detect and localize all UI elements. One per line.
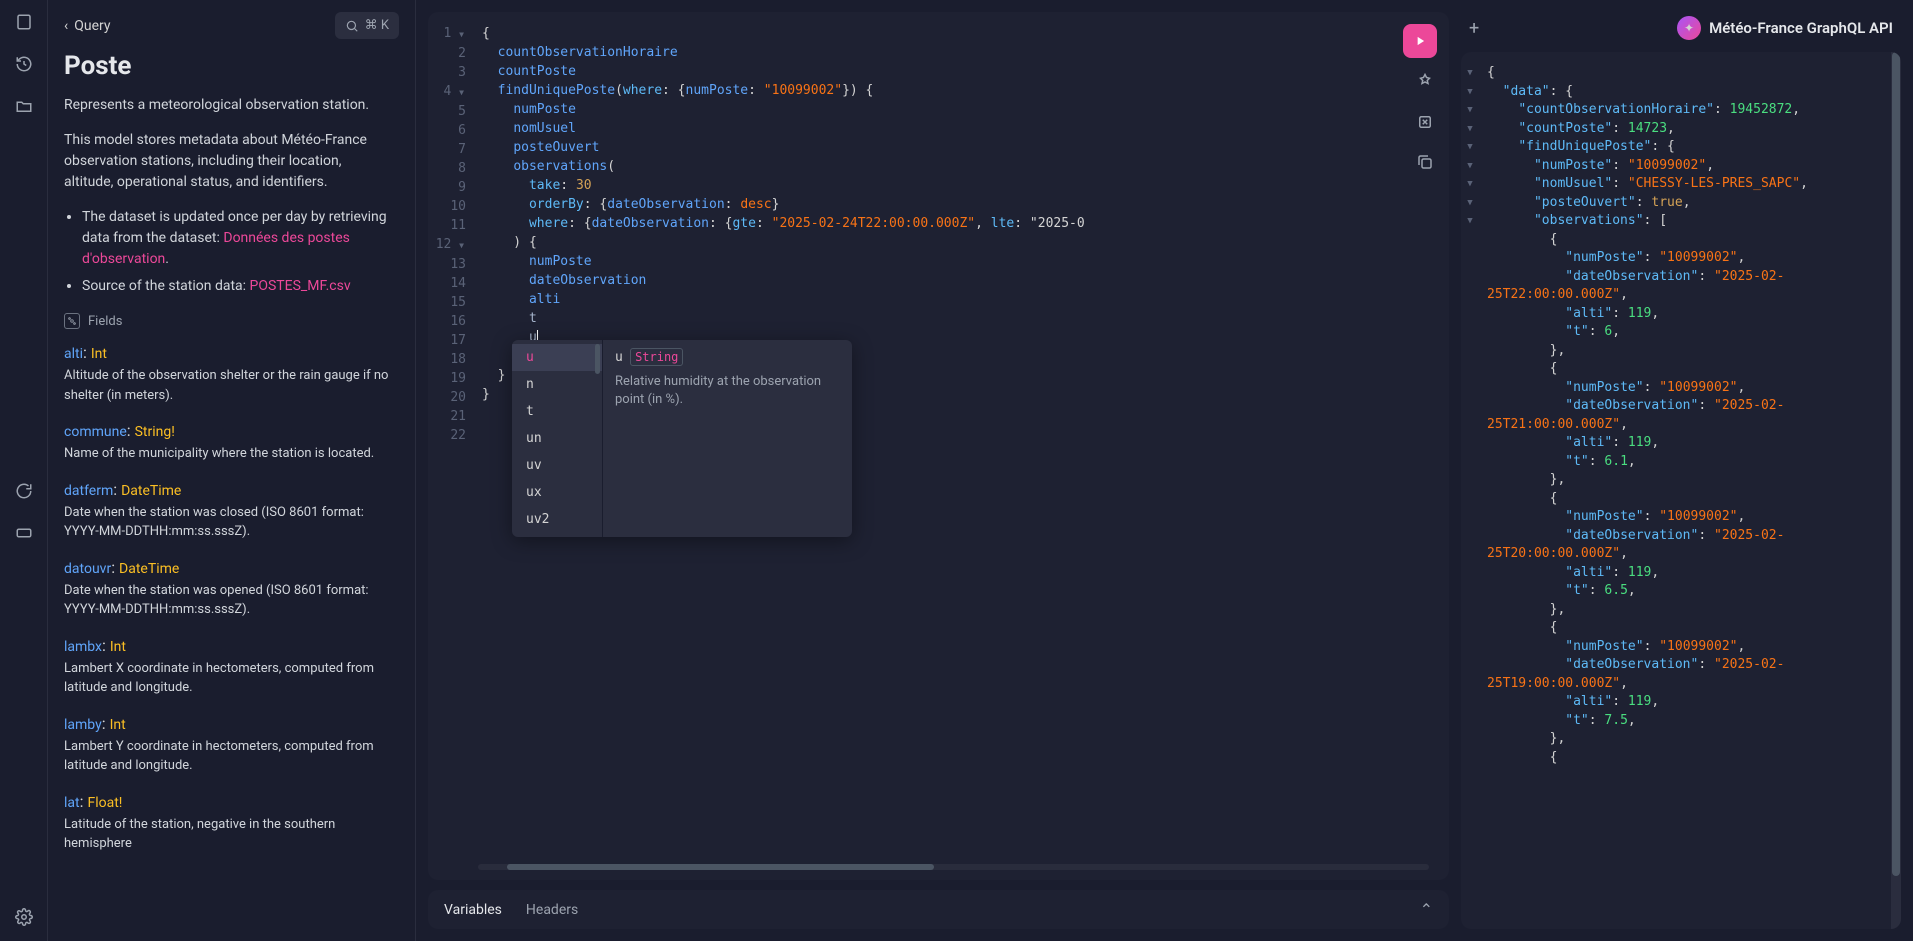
keyboard-icon[interactable] — [14, 523, 34, 543]
history-icon[interactable] — [14, 54, 34, 74]
docs-icon[interactable] — [14, 12, 34, 32]
autocomplete-item[interactable]: n — [512, 371, 602, 398]
field-name: lamby — [64, 717, 102, 733]
field-type: String! — [135, 424, 175, 440]
autocomplete-item[interactable]: u — [512, 344, 602, 371]
response-scrollbar[interactable] — [1891, 52, 1901, 929]
field-name: alti — [64, 346, 83, 362]
horizontal-scrollbar[interactable] — [478, 864, 1429, 870]
field-name: commune — [64, 424, 127, 440]
query-editor[interactable]: 1 ▼234 ▼56789101112 ▼1314151617181920212… — [428, 12, 1449, 880]
explorer-icon[interactable] — [14, 96, 34, 116]
field-desc: Date when the station was closed (ISO 86… — [64, 503, 399, 542]
doc-detail: This model stores metadata about Météo-F… — [64, 130, 399, 193]
response-viewer[interactable]: ▼▼▼▼▼▼▼▼▼ { "data": { "countObservationH… — [1461, 52, 1901, 929]
prettify-icon[interactable] — [1413, 70, 1437, 94]
autocomplete-popup: untunuvuxuv2 u String Relative humidity … — [512, 340, 852, 537]
doc-pane: ‹ Query ⌘ K Poste Represents a meteorolo… — [48, 0, 416, 941]
tab-variables[interactable]: Variables — [444, 902, 502, 918]
field-desc: Lambert X coordinate in hectometers, com… — [64, 659, 399, 698]
breadcrumb[interactable]: ‹ Query — [64, 18, 110, 34]
tab-headers[interactable]: Headers — [526, 902, 578, 918]
field-desc: Lambert Y coordinate in hectometers, com… — [64, 737, 399, 776]
autocomplete-item[interactable]: ux — [512, 479, 602, 506]
run-button[interactable] — [1403, 24, 1437, 58]
field-type: Int — [91, 346, 107, 362]
autocomplete-item[interactable]: un — [512, 425, 602, 452]
fields-icon — [64, 313, 80, 329]
ac-doc-field: u — [615, 350, 623, 365]
chevron-up-icon[interactable]: ⌃ — [1420, 900, 1433, 919]
doc-link[interactable]: POSTES_MF.csv — [250, 278, 351, 294]
add-tab-button[interactable]: + — [1469, 18, 1479, 39]
breadcrumb-label: Query — [74, 18, 110, 34]
field-item[interactable]: datouvr: DateTimeDate when the station w… — [64, 558, 399, 620]
field-name: lambx — [64, 639, 102, 655]
field-item[interactable]: lamby: IntLambert Y coordinate in hectom… — [64, 714, 399, 776]
field-type: Float! — [87, 795, 122, 811]
autocomplete-item[interactable]: uv2 — [512, 506, 602, 533]
ac-doc-desc: Relative humidity at the observation poi… — [615, 373, 840, 409]
logo-icon: ✦ — [1677, 16, 1701, 40]
left-icon-bar — [0, 0, 48, 941]
doc-bullet: Source of the station data: POSTES_MF.cs… — [82, 276, 399, 297]
play-icon — [1413, 34, 1427, 48]
doc-title: Poste — [64, 51, 399, 81]
field-item[interactable]: datferm: DateTimeDate when the station w… — [64, 480, 399, 542]
autocomplete-item[interactable]: uv — [512, 452, 602, 479]
api-title: Météo-France GraphQL API — [1709, 19, 1893, 37]
search-button[interactable]: ⌘ K — [335, 12, 399, 39]
field-type: Int — [110, 639, 126, 655]
doc-link[interactable]: Données des postes d'observation — [82, 230, 350, 267]
copy-icon[interactable] — [1413, 150, 1437, 174]
main-area: 1 ▼234 ▼56789101112 ▼1314151617181920212… — [416, 0, 1913, 941]
field-name: lat — [64, 795, 80, 811]
field-desc: Date when the station was opened (ISO 86… — [64, 581, 399, 620]
field-type: Int — [110, 717, 126, 733]
autocomplete-scrollbar[interactable] — [595, 344, 600, 374]
field-item[interactable]: commune: String!Name of the municipality… — [64, 421, 399, 464]
refresh-icon[interactable] — [14, 481, 34, 501]
merge-icon[interactable] — [1413, 110, 1437, 134]
doc-bullet: The dataset is updated once per day by r… — [82, 207, 399, 270]
field-type: DateTime — [121, 483, 181, 499]
autocomplete-item[interactable]: t — [512, 398, 602, 425]
fields-section-header: Fields — [64, 313, 399, 329]
chevron-left-icon: ‹ — [64, 18, 68, 34]
field-type: DateTime — [119, 561, 179, 577]
field-name: datouvr — [64, 561, 111, 577]
field-item[interactable]: lat: Float!Latitude of the station, nega… — [64, 792, 399, 854]
field-desc: Altitude of the observation shelter or t… — [64, 366, 399, 405]
field-item[interactable]: lambx: IntLambert X coordinate in hectom… — [64, 636, 399, 698]
field-name: datferm — [64, 483, 113, 499]
ac-doc-type: String — [630, 348, 683, 366]
bottom-tabs: Variables Headers ⌃ — [428, 890, 1449, 929]
search-shortcut: ⌘ K — [365, 18, 389, 33]
settings-icon[interactable] — [14, 907, 34, 927]
field-desc: Name of the municipality where the stati… — [64, 444, 399, 464]
field-desc: Latitude of the station, negative in the… — [64, 815, 399, 854]
field-item[interactable]: alti: IntAltitude of the observation she… — [64, 343, 399, 405]
fields-label: Fields — [88, 314, 122, 329]
search-icon — [345, 19, 359, 33]
doc-summary: Represents a meteorological observation … — [64, 95, 399, 116]
